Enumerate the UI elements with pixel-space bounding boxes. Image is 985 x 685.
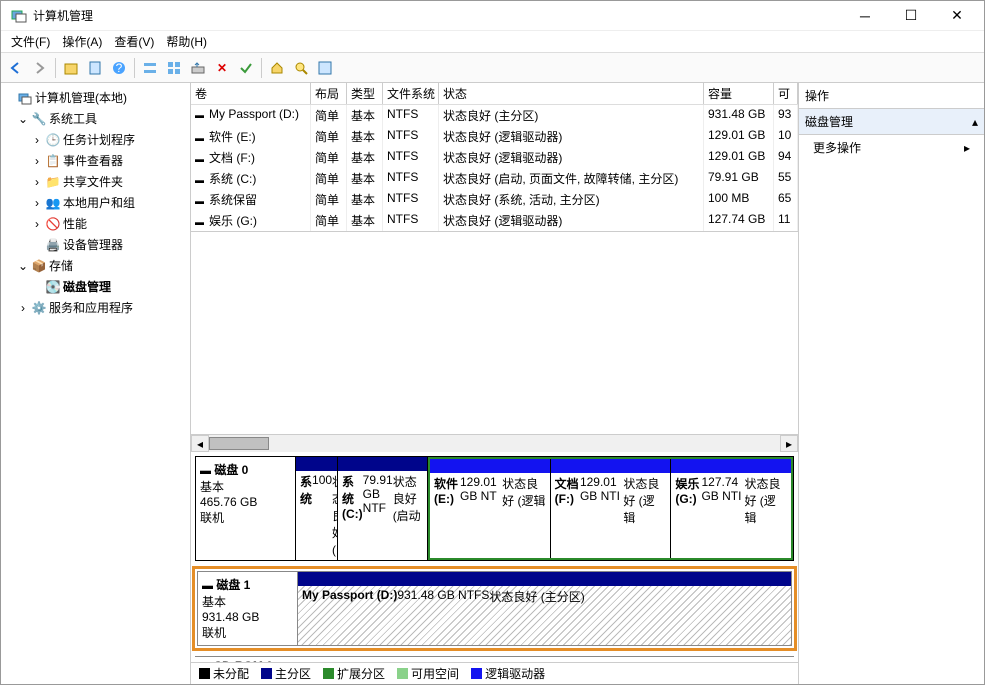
scroll-right-icon[interactable]: ▸ — [780, 435, 798, 452]
table-row[interactable]: ▬文档 (F:)简单基本NTFS状态良好 (逻辑驱动器)129.01 GB94 — [191, 147, 798, 168]
maximize-button[interactable]: ☐ — [888, 1, 934, 31]
tree-device-manager[interactable]: 🖨️设备管理器 — [3, 234, 188, 255]
toolbar: ? ✕ — [1, 53, 984, 83]
back-button[interactable] — [5, 57, 27, 79]
disk-0-row[interactable]: ▬ 磁盘 0 基本 465.76 GB 联机 系统100状态良好 (系 系统 (… — [195, 456, 794, 561]
scroll-thumb[interactable] — [209, 437, 269, 450]
chevron-right-icon: ▸ — [964, 141, 970, 155]
actions-section[interactable]: 磁盘管理 ▴ — [799, 109, 984, 135]
extended-partition-group: 软件 (E:)129.01 GB NT状态良好 (逻辑 文档 (F:)129.0… — [428, 457, 793, 560]
check-button[interactable] — [235, 57, 257, 79]
properties-button[interactable] — [84, 57, 106, 79]
table-row[interactable]: ▬系统保留简单基本NTFS状态良好 (系统, 活动, 主分区)100 MB65 — [191, 189, 798, 210]
close-button[interactable]: ✕ — [934, 1, 980, 31]
home-button[interactable] — [266, 57, 288, 79]
minimize-button[interactable]: ─ — [842, 1, 888, 31]
up-button[interactable] — [60, 57, 82, 79]
delete-button[interactable]: ✕ — [211, 57, 233, 79]
table-row[interactable]: ▬娱乐 (G:)简单基本NTFS状态良好 (逻辑驱动器)127.74 GB11 — [191, 210, 798, 231]
forward-button[interactable] — [29, 57, 51, 79]
legend-swatch-primary — [261, 668, 272, 679]
volume-table[interactable]: 卷 布局 类型 文件系统 状态 容量 可 ▬My Passport (D:)简单… — [191, 83, 798, 232]
legend-swatch-extended — [323, 668, 334, 679]
menu-action[interactable]: 操作(A) — [56, 31, 108, 52]
partition-g[interactable]: 娱乐 (G:)127.74 GB NTI状态良好 (逻辑 — [671, 459, 791, 558]
search-button[interactable] — [290, 57, 312, 79]
tree-storage[interactable]: ⌄📦存储 — [3, 255, 188, 276]
menu-view[interactable]: 查看(V) — [108, 31, 160, 52]
disk-1-row[interactable]: ▬ 磁盘 1 基本 931.48 GB 联机 My Passport (D:)9… — [195, 569, 794, 648]
col-volume[interactable]: 卷 — [191, 83, 311, 104]
tree-services[interactable]: ›⚙️服务和应用程序 — [3, 297, 188, 318]
tree-event-viewer[interactable]: ›📋事件查看器 — [3, 150, 188, 171]
menu-file[interactable]: 文件(F) — [5, 31, 56, 52]
col-type[interactable]: 类型 — [347, 83, 383, 104]
view-detail-button[interactable] — [163, 57, 185, 79]
table-row[interactable]: ▬软件 (E:)简单基本NTFS状态良好 (逻辑驱动器)129.01 GB10 — [191, 126, 798, 147]
window-title: 计算机管理 — [33, 7, 842, 24]
col-layout[interactable]: 布局 — [311, 83, 347, 104]
legend-swatch-logical — [471, 668, 482, 679]
legend: 未分配 主分区 扩展分区 可用空间 逻辑驱动器 — [191, 662, 798, 684]
tree-performance[interactable]: ›🚫性能 — [3, 213, 188, 234]
partition-f[interactable]: 文档 (F:)129.01 GB NTI状态良好 (逻辑 — [551, 459, 672, 558]
collapse-icon[interactable]: ▴ — [972, 115, 978, 129]
menu-help[interactable]: 帮助(H) — [160, 31, 213, 52]
col-status[interactable]: 状态 — [439, 83, 704, 104]
legend-swatch-free — [397, 668, 408, 679]
disk-icon: ▬ — [202, 580, 213, 592]
tree-disk-management[interactable]: 💽磁盘管理 — [3, 276, 188, 297]
col-filesystem[interactable]: 文件系统 — [383, 83, 439, 104]
tree-local-users[interactable]: ›👥本地用户和组 — [3, 192, 188, 213]
disk-0-header[interactable]: ▬ 磁盘 0 基本 465.76 GB 联机 — [195, 456, 295, 561]
titlebar: 计算机管理 ─ ☐ ✕ — [1, 1, 984, 31]
tree-systools[interactable]: ⌄🔧系统工具 — [3, 108, 188, 129]
svg-text:?: ? — [116, 61, 123, 75]
tree-task-scheduler[interactable]: ›🕒任务计划程序 — [3, 129, 188, 150]
partition-system-reserved[interactable]: 系统100状态良好 (系 — [296, 457, 338, 560]
settings-disk-button[interactable] — [314, 57, 336, 79]
actions-more[interactable]: 更多操作 ▸ — [799, 135, 984, 160]
table-row[interactable]: ▬系统 (C:)简单基本NTFS状态良好 (启动, 页面文件, 故障转储, 主分… — [191, 168, 798, 189]
partition-d[interactable]: My Passport (D:)931.48 GB NTFS状态良好 (主分区) — [298, 572, 791, 645]
partition-c[interactable]: 系统 (C:)79.91 GB NTF状态良好 (启动 — [338, 457, 428, 560]
actions-header: 操作 — [799, 83, 984, 109]
scroll-left-icon[interactable]: ◂ — [191, 435, 209, 452]
navigation-tree[interactable]: 计算机管理(本地) ⌄🔧系统工具 ›🕒任务计划程序 ›📋事件查看器 ›📁共享文件… — [1, 83, 191, 684]
col-capacity[interactable]: 容量 — [704, 83, 774, 104]
col-available[interactable]: 可 — [774, 83, 798, 104]
tree-root[interactable]: 计算机管理(本地) — [3, 87, 188, 108]
table-row[interactable]: ▬My Passport (D:)简单基本NTFS状态良好 (主分区)931.4… — [191, 105, 798, 126]
refresh-disk-button[interactable] — [187, 57, 209, 79]
tree-shared-folders[interactable]: ›📁共享文件夹 — [3, 171, 188, 192]
center-panel: 卷 布局 类型 文件系统 状态 容量 可 ▬My Passport (D:)简单… — [191, 83, 799, 684]
partition-e[interactable]: 软件 (E:)129.01 GB NT状态良好 (逻辑 — [430, 459, 551, 558]
disk-1-header[interactable]: ▬ 磁盘 1 基本 931.48 GB 联机 — [197, 571, 297, 646]
menubar: 文件(F) 操作(A) 查看(V) 帮助(H) — [1, 31, 984, 53]
horizontal-scrollbar[interactable]: ◂ ▸ — [191, 434, 798, 452]
view-list-button[interactable] — [139, 57, 161, 79]
app-icon — [11, 8, 27, 24]
actions-pane: 操作 磁盘管理 ▴ 更多操作 ▸ — [799, 83, 984, 684]
help-button[interactable]: ? — [108, 57, 130, 79]
legend-swatch-unallocated — [199, 668, 210, 679]
disk-graphical-view[interactable]: ▬ 磁盘 0 基本 465.76 GB 联机 系统100状态良好 (系 系统 (… — [191, 452, 798, 662]
disk-icon: ▬ — [200, 465, 211, 477]
